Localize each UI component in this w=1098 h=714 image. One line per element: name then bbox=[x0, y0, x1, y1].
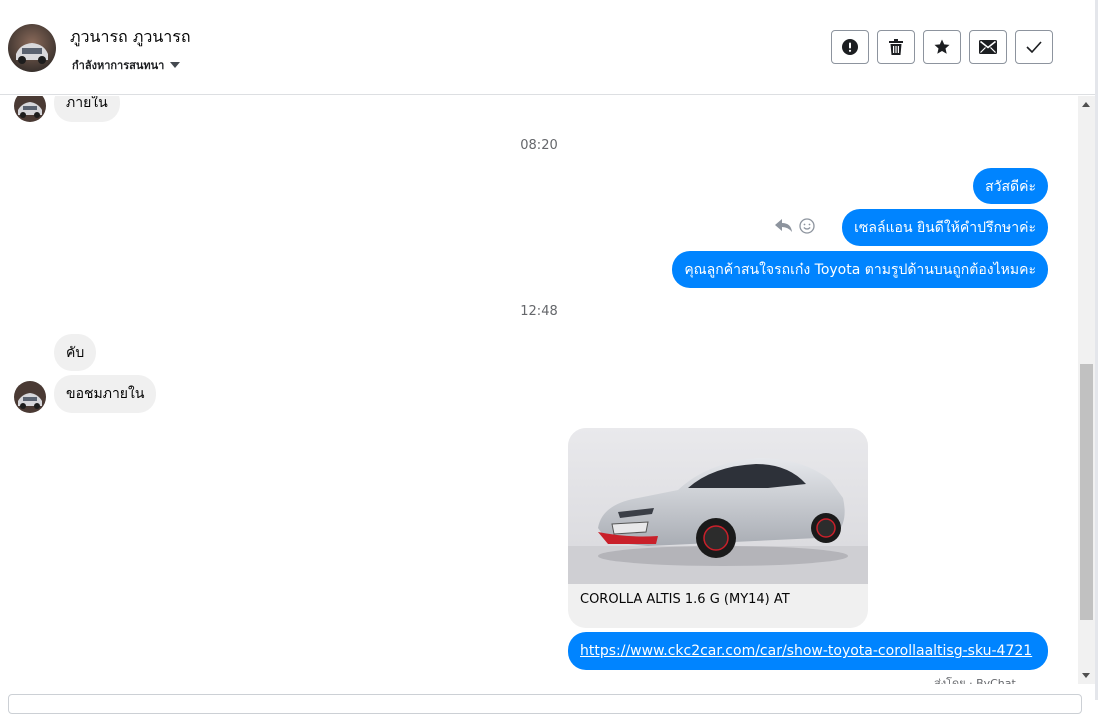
incoming-message: ขอชมภายใน bbox=[54, 375, 157, 413]
contact-avatar-small bbox=[14, 96, 46, 122]
conversation-toolbar bbox=[831, 30, 1053, 64]
message-composer[interactable] bbox=[8, 694, 1082, 714]
conversation-thread: ภายใน 08:20 สวัสดีค่ะ เซลล์แอน ยินดีให้ค… bbox=[0, 96, 1078, 700]
checkmark-icon bbox=[1026, 41, 1042, 53]
outgoing-message: สวัสดีค่ะ bbox=[973, 168, 1048, 204]
mark-unread-button[interactable] bbox=[969, 30, 1007, 64]
contact-avatar[interactable] bbox=[8, 24, 56, 72]
product-card[interactable]: COROLLA ALTIS 1.6 G (MY14) AT bbox=[568, 428, 868, 628]
outgoing-message: เซลล์แอน ยินดีให้คำปรึกษาค่ะ bbox=[842, 209, 1048, 246]
product-link[interactable]: https://www.ckc2car.com/car/show-toyota-… bbox=[568, 632, 1048, 670]
incoming-message: คับ bbox=[54, 334, 97, 371]
car-photo bbox=[568, 428, 868, 584]
sent-by-label: ส่งโดย · ByChat bbox=[934, 677, 1016, 684]
spam-button[interactable] bbox=[831, 30, 869, 64]
reaction-smiley-icon[interactable] bbox=[799, 218, 815, 234]
reply-icon[interactable] bbox=[775, 219, 793, 233]
timestamp: 08:20 bbox=[520, 138, 558, 153]
contact-name: ภูวนารถ ภูวนารถ bbox=[70, 27, 191, 46]
delete-button[interactable] bbox=[877, 30, 915, 64]
scroll-up-arrow-icon[interactable] bbox=[1082, 102, 1090, 107]
scrollbar[interactable] bbox=[1078, 96, 1095, 684]
contact-avatar-small bbox=[14, 381, 46, 413]
scroll-down-arrow-icon[interactable] bbox=[1082, 673, 1090, 678]
message-actions bbox=[775, 218, 815, 234]
star-button[interactable] bbox=[923, 30, 961, 64]
trash-icon bbox=[889, 39, 903, 55]
card-title: COROLLA ALTIS 1.6 G (MY14) AT bbox=[580, 592, 790, 607]
exclamation-circle-icon bbox=[842, 39, 858, 55]
timestamp: 12:48 bbox=[520, 304, 558, 319]
conversation-header: ภูวนารถ ภูวนารถ กำลังหาการสนทนา bbox=[0, 0, 1098, 95]
scroll-thumb[interactable] bbox=[1080, 364, 1093, 620]
envelope-icon bbox=[979, 40, 997, 54]
incoming-message: ภายใน bbox=[54, 96, 120, 122]
conversation-stage-dropdown[interactable]: กำลังหาการสนทนา bbox=[72, 56, 181, 74]
outgoing-message: คุณลูกค้าสนใจรถเก๋ง Toyota ตามรูปด้านบนถ… bbox=[672, 251, 1048, 288]
done-button[interactable] bbox=[1015, 30, 1053, 64]
star-icon bbox=[934, 39, 950, 54]
stage-label: กำลังหาการสนทนา bbox=[72, 59, 165, 72]
caret-down-icon bbox=[170, 62, 181, 68]
